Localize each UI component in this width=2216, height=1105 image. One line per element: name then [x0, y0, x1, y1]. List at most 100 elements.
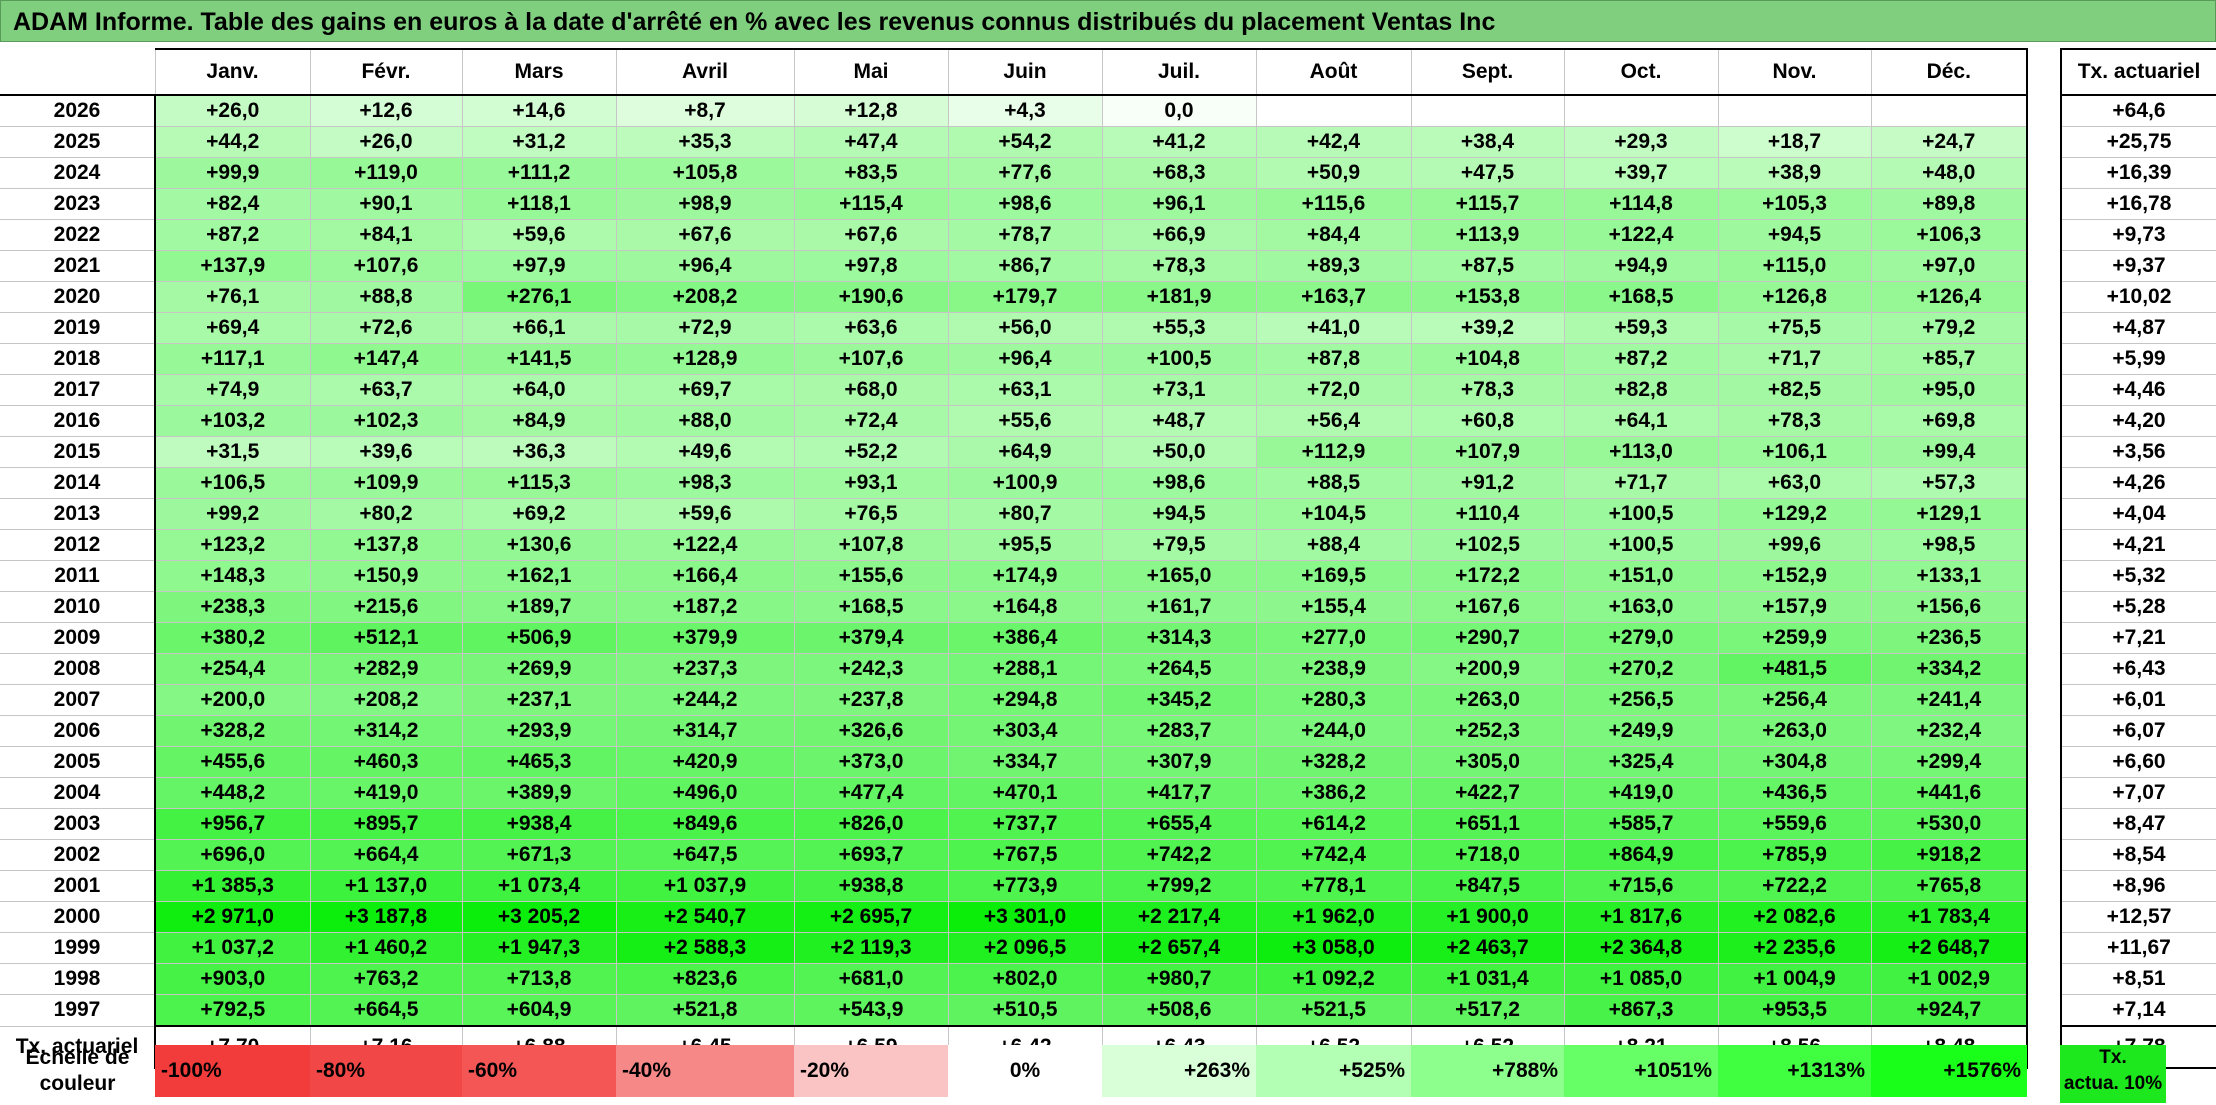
month-header: Mars [461, 48, 617, 96]
scale-step: +1051% [1564, 1045, 1718, 1097]
gain-cell: +47,5 [1410, 157, 1565, 189]
gain-cell: +763,2 [309, 963, 463, 995]
gain-cell: +105,8 [615, 157, 795, 189]
gain-cell: +106,1 [1717, 436, 1872, 468]
gain-cell: +166,4 [615, 560, 795, 592]
gain-cell: +441,6 [1870, 777, 2028, 809]
gain-cell: +238,9 [1255, 653, 1412, 685]
side-row: +6,60 [2060, 746, 2216, 778]
gain-cell: +1 037,9 [615, 870, 795, 902]
gain-cell: +72,0 [1255, 374, 1412, 406]
gain-cell: +236,5 [1870, 622, 2028, 654]
gain-cell: +88,4 [1255, 529, 1412, 561]
gain-cell: +69,8 [1870, 405, 2028, 437]
gain-cell: +1 385,3 [154, 870, 311, 902]
gain-cell: +41,0 [1255, 312, 1412, 344]
gain-cell: +31,2 [461, 126, 617, 158]
gain-cell: +39,2 [1410, 312, 1565, 344]
table-row: 2025 +44,2 +26,0 +31,2 +35,3 +47,4 +54,2 +41,2 +… [0, 126, 2028, 158]
gain-cell: +664,4 [309, 839, 463, 871]
year-label: 2011 [0, 560, 156, 592]
gain-cell: +174,9 [947, 560, 1103, 592]
gain-cell: +2 235,6 [1717, 932, 1872, 964]
gain-cell: +420,9 [615, 746, 795, 778]
gain-cell: +85,7 [1870, 343, 2028, 375]
gain-cell: +826,0 [793, 808, 949, 840]
gain-cell: +460,3 [309, 746, 463, 778]
gain-cell: +386,4 [947, 622, 1103, 654]
gain-cell: +98,6 [1101, 467, 1257, 499]
gain-cell: +1 460,2 [309, 932, 463, 964]
gain-cell: +113,0 [1563, 436, 1719, 468]
gain-cell: +244,2 [615, 684, 795, 716]
year-label: 2024 [0, 157, 156, 189]
gain-cell: +215,6 [309, 591, 463, 623]
gain-cell: +63,0 [1717, 467, 1872, 499]
gain-cell: +241,4 [1870, 684, 2028, 716]
side-row: +8,51 [2060, 963, 2216, 995]
gain-cell: +521,5 [1255, 994, 1412, 1027]
side-row: +7,14 [2060, 994, 2216, 1027]
gain-cell: +956,7 [154, 808, 311, 840]
side-rate-cell: +7,21 [2060, 622, 2216, 654]
gain-cell: +72,6 [309, 312, 463, 344]
table-row: 2026 +26,0 +12,6 +14,6 +8,7 +12,8 +4,3 0,0 [0, 94, 2028, 127]
gain-cell: +41,2 [1101, 126, 1257, 158]
gain-cell: +2 119,3 [793, 932, 949, 964]
side-rate-cell: +6,60 [2060, 746, 2216, 778]
gain-cell: +530,0 [1870, 808, 2028, 840]
side-rate-cell: +5,32 [2060, 560, 2216, 592]
gain-cell: +102,5 [1410, 529, 1565, 561]
gain-cell: +75,5 [1717, 312, 1872, 344]
gain-cell: +56,0 [947, 312, 1103, 344]
gain-cell: +254,4 [154, 653, 311, 685]
table-row: 2013 +99,2 +80,2 +69,2 +59,6 +76,5 +80,7 +94,5 +… [0, 498, 2028, 530]
gain-cell: +86,7 [947, 250, 1103, 282]
gain-cell: +163,0 [1563, 591, 1719, 623]
side-rate-cell: +12,57 [2060, 901, 2216, 933]
gain-cell: +66,1 [461, 312, 617, 344]
gain-cell: +96,4 [947, 343, 1103, 375]
side-rate-cell: +9,73 [2060, 219, 2216, 251]
gain-cell: +282,9 [309, 653, 463, 685]
gain-cell: +208,2 [615, 281, 795, 313]
year-label: 2003 [0, 808, 156, 840]
year-label: 2010 [0, 591, 156, 623]
side-rate-cell: +4,20 [2060, 405, 2216, 437]
gain-cell: +69,2 [461, 498, 617, 530]
gain-cell: +671,3 [461, 839, 617, 871]
gain-cell: +96,1 [1101, 188, 1257, 220]
gain-cell: +157,9 [1717, 591, 1872, 623]
side-rate-cell: +8,54 [2060, 839, 2216, 871]
gain-cell: +270,2 [1563, 653, 1719, 685]
table-row: 2004 +448,2 +419,0 +389,9 +496,0 +477,4 +470,1… [0, 777, 2028, 809]
gain-cell: +448,2 [154, 777, 311, 809]
gain-cell: +107,8 [793, 529, 949, 561]
table-row: 2024 +99,9 +119,0 +111,2 +105,8 +83,5 +77,6 +68… [0, 157, 2028, 189]
gain-cell: +64,9 [947, 436, 1103, 468]
gain-cell: +681,0 [793, 963, 949, 995]
gain-cell: +97,0 [1870, 250, 2028, 282]
gain-cell: +102,3 [309, 405, 463, 437]
gain-cell: +895,7 [309, 808, 463, 840]
gain-cell: +115,3 [461, 467, 617, 499]
side-rate-cell: +4,21 [2060, 529, 2216, 561]
table-row: 2020 +76,1 +88,8 +276,1 +208,2 +190,6 +179,7 +1… [0, 281, 2028, 313]
month-header: Déc. [1870, 48, 2028, 96]
gain-cell: +99,2 [154, 498, 311, 530]
side-row: +5,99 [2060, 343, 2216, 375]
side-rate-cell: +10,02 [2060, 281, 2216, 313]
gain-cell: +481,5 [1717, 653, 1872, 685]
gain-cell: +277,0 [1255, 622, 1412, 654]
gain-cell: +980,7 [1101, 963, 1257, 995]
table-row: 2000 +2 971,0 +3 187,8 +3 205,2 +2 540,7 +2 6… [0, 901, 2028, 933]
gain-cell: +66,9 [1101, 219, 1257, 251]
gain-cell: +137,8 [309, 529, 463, 561]
gain-cell: +767,5 [947, 839, 1103, 871]
gain-cell: +141,5 [461, 343, 617, 375]
gain-cell: +115,7 [1410, 188, 1565, 220]
gain-cell: +288,1 [947, 653, 1103, 685]
gain-cell: +380,2 [154, 622, 311, 654]
gain-cell: +99,4 [1870, 436, 2028, 468]
gain-cell: +84,4 [1255, 219, 1412, 251]
